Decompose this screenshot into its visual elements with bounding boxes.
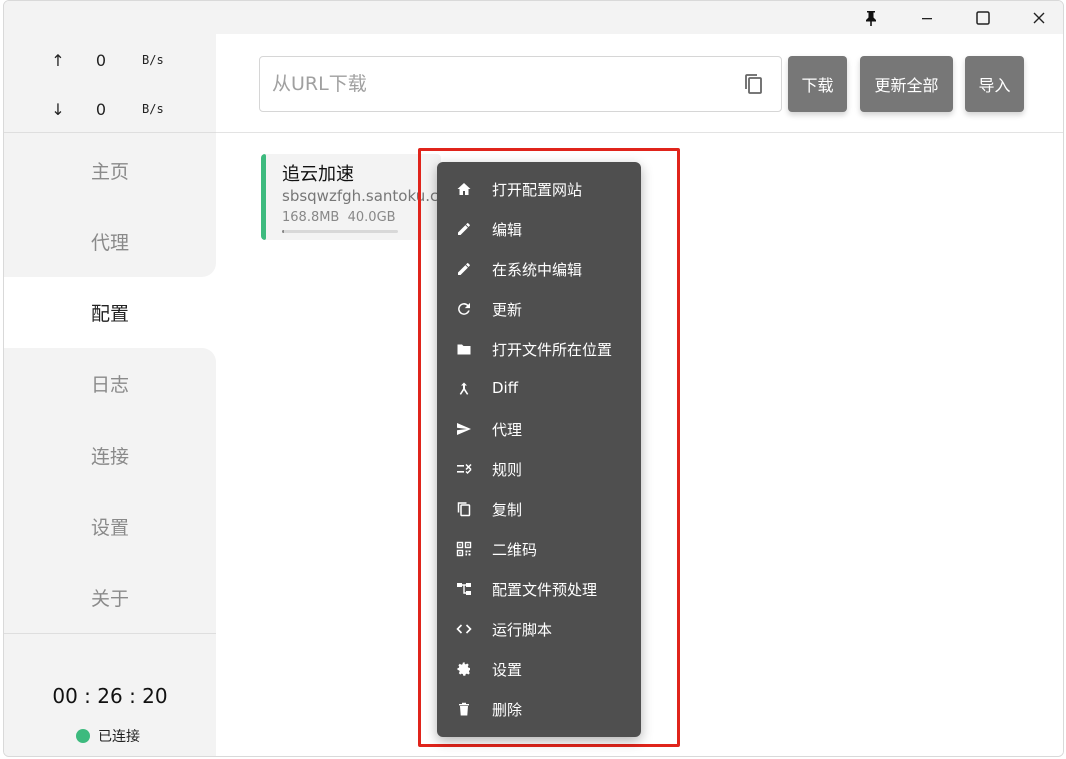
sidebar-item-label: 配置 bbox=[90, 303, 129, 325]
upload-unit: B/s bbox=[142, 53, 164, 67]
maximize-icon bbox=[976, 10, 990, 25]
context-menu-item-label: 打开配置网站 bbox=[492, 181, 583, 199]
uptime-timer: 00 : 26 : 20 bbox=[52, 684, 168, 708]
profile-usage-bar bbox=[282, 230, 398, 233]
context-menu: 打开配置网站 编辑在系统中编辑 更新打开文件所在位置 Diff 代理规则复制二维码配置文… bbox=[437, 162, 641, 737]
profile-active-indicator bbox=[261, 154, 266, 240]
context-menu-item[interactable]: 删除 bbox=[437, 689, 641, 729]
context-menu-item[interactable]: 规则 bbox=[437, 449, 641, 489]
context-menu-item-label: 编辑 bbox=[492, 221, 523, 239]
pencil-icon bbox=[455, 220, 473, 238]
context-menu-item[interactable]: Diff bbox=[437, 369, 641, 409]
profile-total: 40.0GB bbox=[347, 210, 396, 225]
context-menu-item-label: 删除 bbox=[492, 701, 523, 719]
context-menu-item[interactable]: 配置文件预处理 bbox=[437, 569, 641, 609]
profile-card[interactable]: 追云加速 sbsqwzfgh.santoku.c 168.8MB 40.0GB bbox=[261, 154, 441, 240]
import-button[interactable]: 导入 bbox=[965, 56, 1024, 112]
context-menu-item-label: 设置 bbox=[492, 661, 523, 679]
context-menu-item-label: 规则 bbox=[492, 461, 523, 479]
sidebar-item-connections[interactable]: 连接 bbox=[4, 420, 216, 491]
sidebar-item-label: 代理 bbox=[90, 232, 129, 254]
context-menu-item[interactable]: 在系统中编辑 bbox=[437, 249, 641, 289]
sidebar-item-label: 设置 bbox=[90, 517, 129, 539]
gear-icon bbox=[455, 660, 473, 678]
status-dot-icon bbox=[76, 729, 90, 743]
minimize-icon bbox=[922, 17, 932, 19]
copy-icon bbox=[455, 500, 473, 518]
sidebar-item-settings[interactable]: 设置 bbox=[4, 491, 216, 562]
tree-icon bbox=[455, 580, 473, 598]
pin-button[interactable] bbox=[845, 1, 897, 34]
connection-status: 已连接 bbox=[76, 726, 140, 746]
download-speed: ↓ 0 B/s bbox=[4, 100, 216, 120]
context-menu-item[interactable]: 代理 bbox=[437, 409, 641, 449]
context-menu-item-label: 二维码 bbox=[492, 541, 538, 559]
context-menu-item[interactable]: 打开文件所在位置 bbox=[437, 329, 641, 369]
sidebar-item-label: 主页 bbox=[90, 161, 129, 183]
sidebar-divider bbox=[4, 132, 216, 133]
download-arrow-icon: ↓ bbox=[51, 100, 65, 119]
maximize-button[interactable] bbox=[957, 1, 1009, 34]
sidebar-item-label: 关于 bbox=[90, 588, 129, 610]
context-menu-item-label: 更新 bbox=[492, 301, 523, 319]
status-label: 已连接 bbox=[98, 729, 140, 745]
profile-used: 168.8MB bbox=[282, 210, 340, 225]
profile-usage-fill bbox=[282, 230, 285, 233]
pencil-icon bbox=[455, 260, 473, 278]
context-menu-item-label: 运行脚本 bbox=[492, 621, 553, 639]
download-unit: B/s bbox=[142, 102, 164, 116]
home-icon bbox=[455, 180, 473, 198]
download-value: 0 bbox=[95, 100, 107, 119]
context-menu-item[interactable]: 运行脚本 bbox=[437, 609, 641, 649]
sidebar-item-proxy[interactable]: 代理 bbox=[4, 206, 216, 277]
merge-icon bbox=[455, 380, 473, 398]
refresh-icon bbox=[455, 300, 473, 318]
upload-value: 0 bbox=[95, 51, 107, 70]
trash-icon bbox=[455, 700, 473, 718]
profile-usage: 168.8MB 40.0GB bbox=[282, 210, 396, 225]
sidebar-item-logs[interactable]: 日志 bbox=[4, 348, 216, 419]
minimize-button[interactable] bbox=[901, 1, 953, 34]
pin-icon bbox=[866, 10, 876, 26]
toolbar-divider bbox=[216, 132, 1063, 133]
context-menu-item-label: 在系统中编辑 bbox=[492, 261, 583, 279]
context-menu-item-label: 打开文件所在位置 bbox=[492, 341, 613, 359]
profile-name: 追云加速 bbox=[282, 164, 354, 185]
sidebar-item-profiles[interactable]: 配置 bbox=[4, 277, 216, 348]
code-icon bbox=[455, 620, 473, 638]
sidebar-divider bbox=[4, 633, 216, 634]
download-button[interactable]: 下载 bbox=[788, 56, 847, 112]
send-icon bbox=[455, 420, 473, 438]
context-menu-item-label: 代理 bbox=[492, 421, 523, 439]
traffic-panel: ↑ 0 B/s ↓ 0 B/s bbox=[4, 34, 216, 132]
context-menu-item[interactable]: 编辑 bbox=[437, 209, 641, 249]
context-menu-item[interactable]: 设置 bbox=[437, 649, 641, 689]
context-menu-item-label: 复制 bbox=[492, 501, 523, 519]
context-menu-item[interactable]: 打开配置网站 bbox=[437, 169, 641, 209]
title-bar bbox=[4, 1, 1063, 34]
folder-icon bbox=[455, 340, 473, 358]
sidebar: ↑ 0 B/s ↓ 0 B/s 主页 代理 配置 日志 连接 设置 关于 00 … bbox=[4, 34, 216, 756]
context-menu-item-label: Diff bbox=[492, 379, 519, 397]
qrcode-icon bbox=[455, 540, 473, 558]
paste-icon[interactable] bbox=[743, 72, 765, 96]
url-input[interactable] bbox=[272, 57, 732, 111]
context-menu-item[interactable]: 更新 bbox=[437, 289, 641, 329]
sidebar-item-home[interactable]: 主页 bbox=[4, 135, 216, 206]
url-box bbox=[259, 56, 782, 112]
close-icon bbox=[1033, 12, 1045, 23]
context-menu-item-label: 配置文件预处理 bbox=[492, 581, 598, 599]
upload-arrow-icon: ↑ bbox=[51, 51, 65, 70]
context-menu-item[interactable]: 二维码 bbox=[437, 529, 641, 569]
sidebar-item-label: 日志 bbox=[90, 374, 129, 396]
sidebar-item-about[interactable]: 关于 bbox=[4, 562, 216, 633]
sidebar-item-label: 连接 bbox=[90, 446, 129, 468]
close-button[interactable] bbox=[1013, 1, 1063, 34]
upload-speed: ↑ 0 B/s bbox=[4, 51, 216, 71]
profile-host: sbsqwzfgh.santoku.c bbox=[282, 187, 439, 205]
context-menu-item[interactable]: 复制 bbox=[437, 489, 641, 529]
update-all-button[interactable]: 更新全部 bbox=[860, 56, 953, 112]
rule-icon bbox=[455, 460, 473, 478]
